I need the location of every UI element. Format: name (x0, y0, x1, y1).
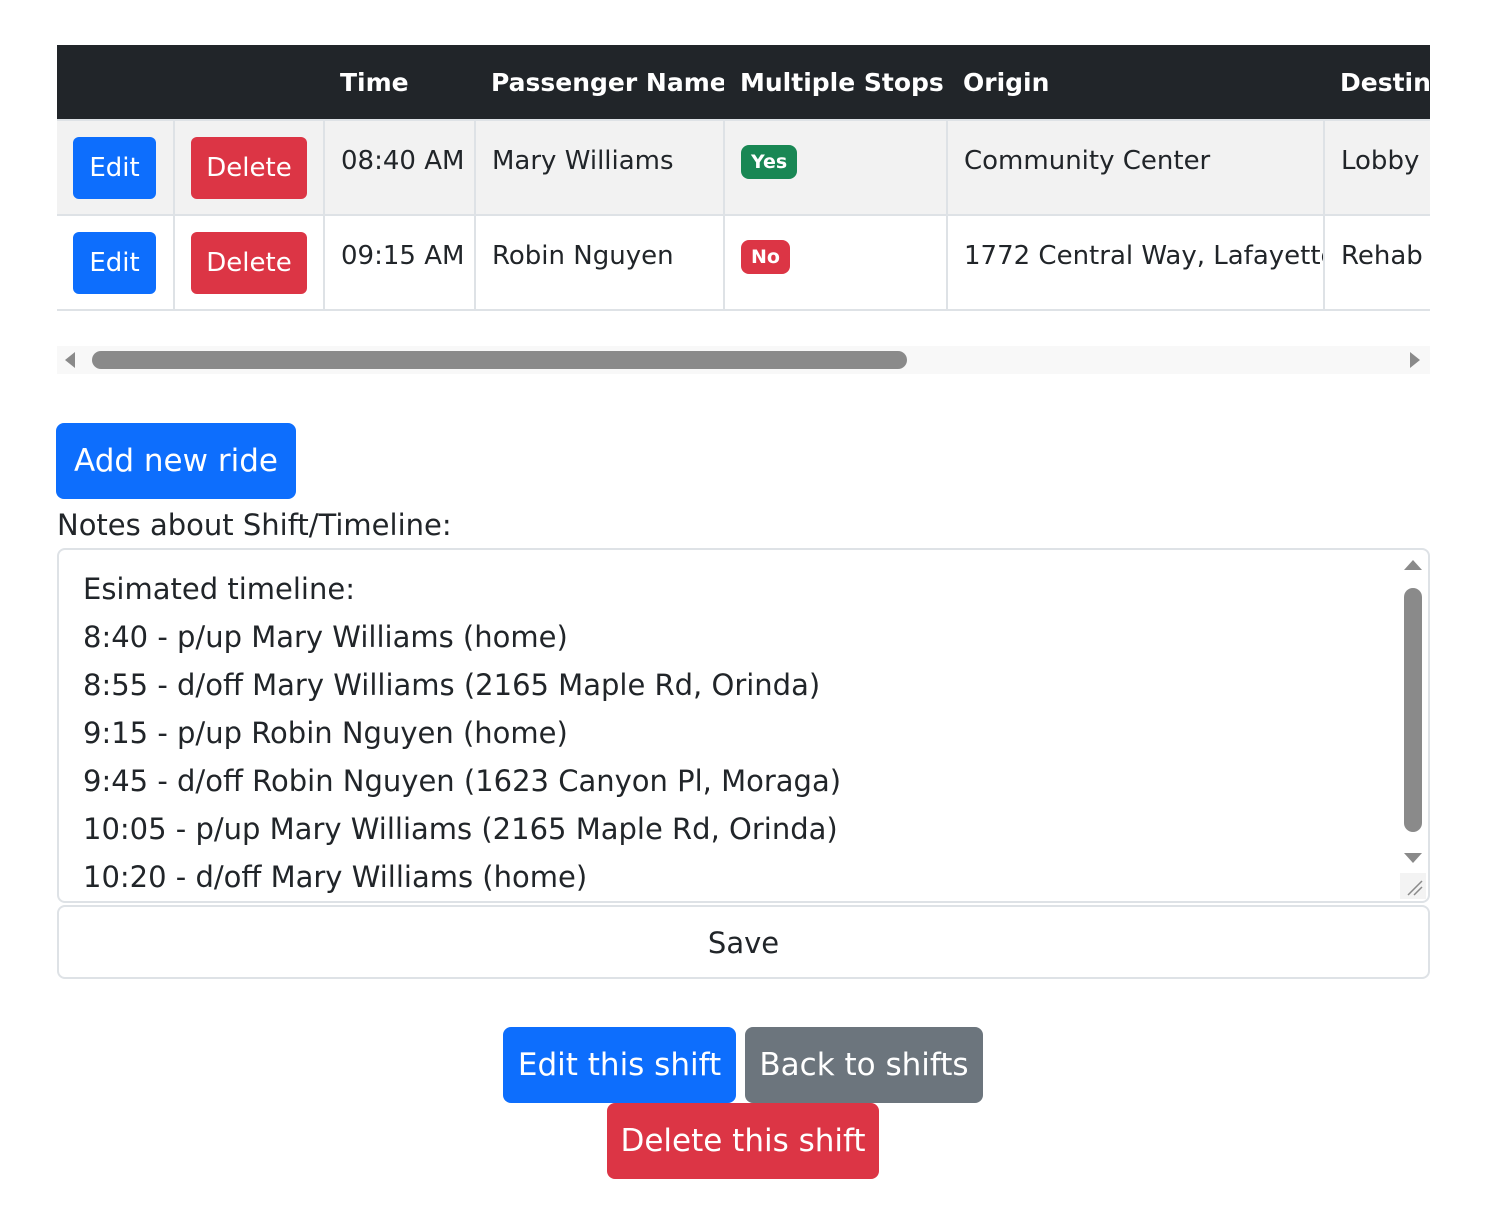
multiple-stops-cell: Yes (723, 119, 948, 216)
header-passenger-name: Passenger Name (475, 45, 724, 120)
notes-content[interactable]: Esimated timeline: 8:40 - p/up Mary Will… (83, 565, 841, 901)
scroll-left-arrow-icon[interactable] (65, 352, 75, 368)
table-header-row: Time Passenger Name Multiple Stops Origi… (57, 45, 1430, 120)
edit-ride-button[interactable]: Edit (73, 232, 156, 294)
notes-line: 10:20 - d/off Mary Williams (home) (83, 860, 588, 894)
multiple-stops-cell: No (723, 215, 948, 311)
header-edit (57, 45, 174, 120)
delete-cell: Delete (173, 119, 325, 216)
edit-cell: Edit (57, 215, 175, 311)
notes-label: Notes about Shift/Timeline: (57, 508, 452, 542)
time-cell: 09:15 AM (323, 215, 476, 311)
passenger-name: Robin Nguyen (492, 241, 674, 271)
scroll-up-arrow-icon[interactable] (1404, 560, 1422, 570)
rides-table: Time Passenger Name Multiple Stops Origi… (57, 45, 1430, 311)
destination-cell: Rehab I (1323, 215, 1430, 311)
rides-table-container: Time Passenger Name Multiple Stops Origi… (57, 45, 1430, 313)
notes-vertical-scrollbar[interactable] (1400, 552, 1426, 877)
origin-cell: Community Center (946, 119, 1325, 216)
passenger-name: Mary Williams (492, 146, 674, 176)
save-notes-button[interactable]: Save (57, 905, 1430, 979)
notes-line: Esimated timeline: (83, 572, 355, 606)
origin-text: 1772 Central Way, Lafayette (964, 241, 1324, 271)
origin-text: Community Center (964, 146, 1211, 176)
edit-shift-button[interactable]: Edit this shift (503, 1027, 736, 1103)
notes-line: 8:40 - p/up Mary Williams (home) (83, 620, 568, 654)
passenger-cell: Robin Nguyen (474, 215, 725, 311)
notes-line: 9:15 - p/up Robin Nguyen (home) (83, 716, 568, 750)
resize-grip-icon[interactable] (1400, 873, 1426, 899)
header-destination: Destina (1324, 45, 1430, 120)
notes-line: 10:05 - p/up Mary Williams (2165 Maple R… (83, 812, 838, 846)
scrollbar-thumb[interactable] (1404, 588, 1422, 832)
edit-cell: Edit (57, 119, 175, 216)
table-row: Edit Delete 08:40 AM Mary Williams Yes C… (57, 119, 1430, 216)
table-row: Edit Delete 09:15 AM Robin Nguyen No 177… (57, 215, 1430, 311)
scrollbar-thumb[interactable] (92, 351, 907, 369)
destination-text: Rehab I (1341, 241, 1430, 271)
delete-ride-button[interactable]: Delete (191, 137, 307, 199)
table-horizontal-scrollbar[interactable] (57, 346, 1430, 374)
scroll-right-arrow-icon[interactable] (1410, 352, 1420, 368)
add-new-ride-button[interactable]: Add new ride (56, 423, 296, 499)
ride-time: 08:40 AM (341, 146, 465, 176)
header-origin: Origin (947, 45, 1324, 120)
delete-cell: Delete (173, 215, 325, 311)
edit-ride-button[interactable]: Edit (73, 137, 156, 199)
header-time: Time (324, 45, 475, 120)
ride-time: 09:15 AM (341, 241, 465, 271)
scroll-down-arrow-icon[interactable] (1404, 853, 1422, 863)
delete-ride-button[interactable]: Delete (191, 232, 307, 294)
notes-line: 9:45 - d/off Robin Nguyen (1623 Canyon P… (83, 764, 842, 798)
destination-text: Lobby (1341, 146, 1420, 176)
header-multiple-stops: Multiple Stops (724, 45, 947, 120)
multiple-stops-badge: Yes (741, 145, 798, 179)
notes-textarea[interactable]: Esimated timeline: 8:40 - p/up Mary Will… (57, 548, 1430, 903)
multiple-stops-badge: No (741, 240, 790, 274)
time-cell: 08:40 AM (323, 119, 476, 216)
delete-shift-button[interactable]: Delete this shift (607, 1103, 879, 1179)
origin-cell: 1772 Central Way, Lafayette (946, 215, 1325, 311)
back-to-shifts-button[interactable]: Back to shifts (745, 1027, 983, 1103)
header-delete (174, 45, 324, 120)
notes-line: 8:55 - d/off Mary Williams (2165 Maple R… (83, 668, 821, 702)
passenger-cell: Mary Williams (474, 119, 725, 216)
destination-cell: Lobby (1323, 119, 1430, 216)
